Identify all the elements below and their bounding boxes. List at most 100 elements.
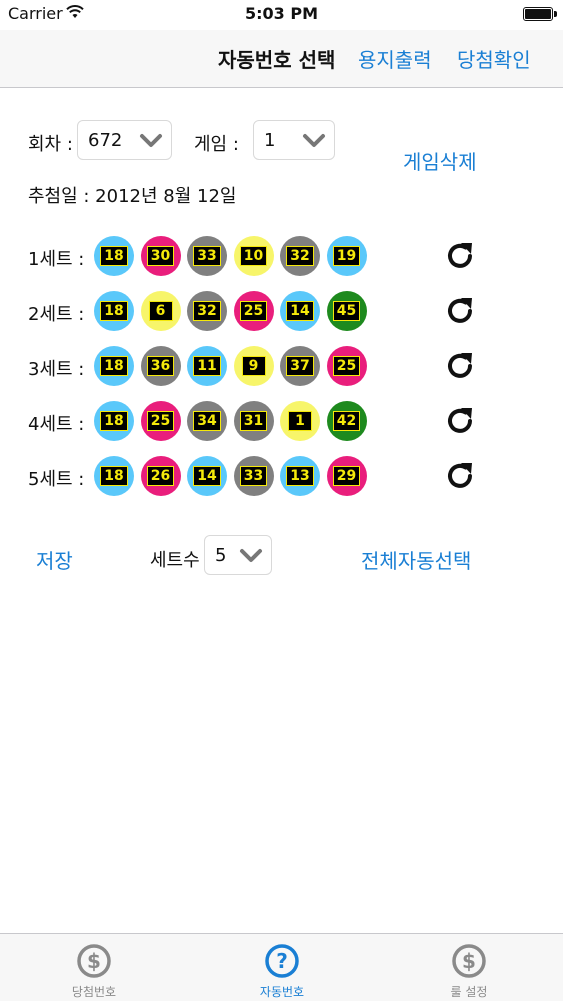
lotto-ball: 18 xyxy=(94,291,134,331)
set-count-label: 세트수 xyxy=(150,550,200,571)
ball-number: 34 xyxy=(193,411,221,431)
lotto-ball: 30 xyxy=(140,236,181,276)
lotto-ball: 14 xyxy=(187,456,227,496)
ball-number: 9 xyxy=(241,356,266,376)
lotto-ball: 42 xyxy=(326,401,367,441)
lotto-ball: 10 xyxy=(233,236,274,276)
ball-number: 25 xyxy=(146,411,175,431)
svg-text:$: $ xyxy=(462,949,476,973)
ball-number: 30 xyxy=(146,246,175,266)
ball-number: 6 xyxy=(148,301,173,321)
lotto-ball: 31 xyxy=(233,401,274,441)
lotto-ball: 1 xyxy=(280,401,320,441)
tab-winning-numbers[interactable]: $ 당첨번호 xyxy=(34,934,154,1001)
lotto-ball: 33 xyxy=(187,236,227,276)
ball-number: 18 xyxy=(100,356,128,376)
tab-auto-numbers[interactable]: ? 자동번호 xyxy=(222,934,342,1001)
page-title: 자동번호 선택 xyxy=(218,48,336,72)
ball-number: 1 xyxy=(288,411,312,431)
navigation-bar: 자동번호 선택 용지출력 당첨확인 xyxy=(0,30,563,88)
tab-bar: $ 당첨번호 ? 자동번호 $ 룰 설정 xyxy=(0,933,563,1001)
ball-number: 42 xyxy=(332,411,361,431)
lotto-ball: 9 xyxy=(233,346,274,386)
lotto-ball: 18 xyxy=(94,401,134,441)
print-sheet-button[interactable]: 용지출력 xyxy=(358,44,432,73)
lotto-ball: 32 xyxy=(187,291,227,331)
ball-number: 45 xyxy=(332,301,361,321)
lotto-ball: 29 xyxy=(326,456,367,496)
lotto-ball: 13 xyxy=(280,456,320,496)
chevron-down-icon xyxy=(303,134,325,147)
svg-text:$: $ xyxy=(87,949,101,973)
lotto-ball: 6 xyxy=(140,291,181,331)
lotto-ball: 45 xyxy=(326,291,367,331)
auto-select-all-button[interactable]: 전체자동선택 xyxy=(361,545,471,574)
lotto-ball: 25 xyxy=(326,346,367,386)
status-bar: Carrier 5:03 PM xyxy=(0,0,563,30)
game-label: 게임 : xyxy=(194,134,239,155)
lotto-ball: 34 xyxy=(187,401,227,441)
lotto-ball: 19 xyxy=(326,236,367,276)
ball-number: 19 xyxy=(332,246,361,266)
ball-number: 14 xyxy=(193,466,221,486)
ball-number: 37 xyxy=(286,356,314,376)
tab-rule-settings[interactable]: $ 룰 설정 xyxy=(409,934,529,1001)
draw-date: 추첨일 : 2012년 8월 12일 xyxy=(28,186,237,207)
set-count-value: 5 xyxy=(215,545,227,566)
game-value: 1 xyxy=(264,130,276,151)
lotto-ball: 25 xyxy=(233,291,274,331)
refresh-icon[interactable] xyxy=(443,349,477,383)
ball-number: 33 xyxy=(239,466,268,486)
ball-number: 18 xyxy=(100,466,128,486)
ball-number: 26 xyxy=(146,466,175,486)
ball-number: 14 xyxy=(286,301,314,321)
ball-number: 33 xyxy=(193,246,221,266)
dollar-icon: $ xyxy=(452,944,486,978)
ball-number: 25 xyxy=(239,301,268,321)
round-label: 회차 : xyxy=(28,134,73,155)
delete-game-button[interactable]: 게임삭제 xyxy=(403,146,477,175)
set-label: 2세트 : xyxy=(28,304,85,325)
chevron-down-icon xyxy=(240,549,262,562)
ball-number: 36 xyxy=(146,356,175,376)
ball-number: 18 xyxy=(100,246,128,266)
ball-number: 11 xyxy=(193,356,221,376)
lotto-ball: 14 xyxy=(280,291,320,331)
ball-number: 25 xyxy=(332,356,361,376)
ball-number: 32 xyxy=(286,246,314,266)
lotto-ball: 33 xyxy=(233,456,274,496)
tab-label: 자동번호 xyxy=(259,985,305,999)
ball-number: 13 xyxy=(286,466,314,486)
lotto-ball: 32 xyxy=(280,236,320,276)
game-picker[interactable]: 1 xyxy=(253,120,335,160)
ball-number: 18 xyxy=(100,301,128,321)
ball-number: 31 xyxy=(239,411,268,431)
ball-number: 32 xyxy=(193,301,221,321)
refresh-icon[interactable] xyxy=(443,294,477,328)
ball-number: 29 xyxy=(332,466,361,486)
refresh-icon[interactable] xyxy=(443,404,477,438)
question-icon: ? xyxy=(265,944,299,978)
dollar-icon: $ xyxy=(77,944,111,978)
set-label: 3세트 : xyxy=(28,359,85,380)
refresh-icon[interactable] xyxy=(443,459,477,493)
lotto-ball: 11 xyxy=(187,346,227,386)
lotto-ball: 36 xyxy=(140,346,181,386)
lotto-ball: 37 xyxy=(280,346,320,386)
svg-text:?: ? xyxy=(276,949,288,973)
save-button[interactable]: 저장 xyxy=(36,545,73,574)
ball-number: 18 xyxy=(100,411,128,431)
set-count-picker[interactable]: 5 xyxy=(204,535,272,575)
round-picker[interactable]: 672 xyxy=(77,120,172,160)
battery-icon xyxy=(523,7,557,21)
refresh-icon[interactable] xyxy=(443,239,477,273)
lotto-ball: 18 xyxy=(94,346,134,386)
status-time: 5:03 PM xyxy=(244,4,318,23)
lotto-ball: 26 xyxy=(140,456,181,496)
set-label: 4세트 : xyxy=(28,414,85,435)
round-value: 672 xyxy=(88,130,123,151)
check-winning-button[interactable]: 당첨확인 xyxy=(457,44,531,73)
chevron-down-icon xyxy=(140,134,162,147)
tab-label: 룰 설정 xyxy=(450,985,488,999)
set-label: 1세트 : xyxy=(28,249,85,270)
